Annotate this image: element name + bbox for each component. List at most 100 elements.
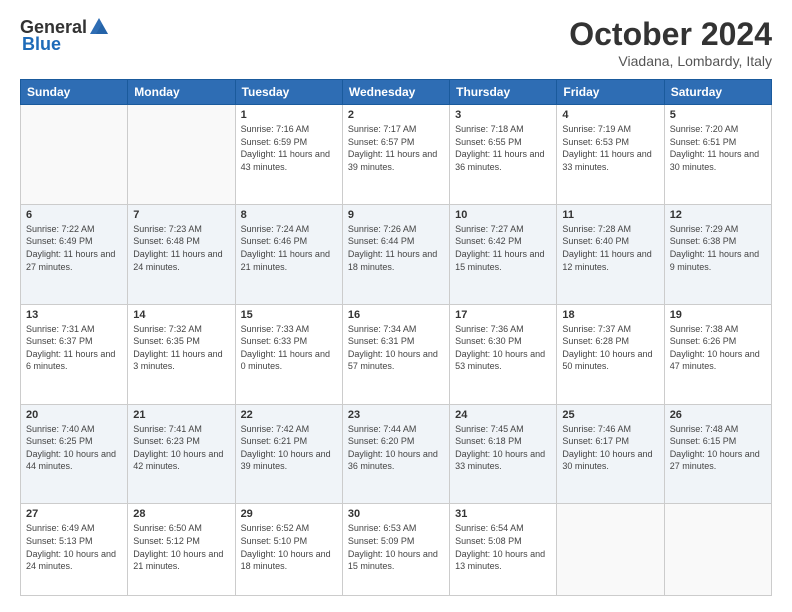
day-info: Sunrise: 7:38 AMSunset: 6:26 PMDaylight:…	[670, 323, 766, 373]
col-friday: Friday	[557, 80, 664, 105]
day-number: 8	[241, 209, 337, 221]
header: General Blue October 2024 Viadana, Lomba…	[20, 16, 772, 69]
day-info: Sunrise: 7:28 AMSunset: 6:40 PMDaylight:…	[562, 223, 658, 273]
calendar-header-row: Sunday Monday Tuesday Wednesday Thursday…	[21, 80, 772, 105]
calendar-day	[21, 105, 128, 205]
day-info: Sunrise: 6:54 AMSunset: 5:08 PMDaylight:…	[455, 522, 551, 572]
calendar-week-1: 1 Sunrise: 7:16 AMSunset: 6:59 PMDaylight…	[21, 105, 772, 205]
col-monday: Monday	[128, 80, 235, 105]
day-info: Sunrise: 7:24 AMSunset: 6:46 PMDaylight:…	[241, 223, 337, 273]
day-number: 25	[562, 409, 658, 421]
calendar-day	[664, 504, 771, 596]
day-number: 3	[455, 109, 551, 121]
day-info: Sunrise: 7:18 AMSunset: 6:55 PMDaylight:…	[455, 123, 551, 173]
day-info: Sunrise: 7:26 AMSunset: 6:44 PMDaylight:…	[348, 223, 444, 273]
calendar-week-2: 6 Sunrise: 7:22 AMSunset: 6:49 PMDaylight…	[21, 204, 772, 304]
col-thursday: Thursday	[450, 80, 557, 105]
day-info: Sunrise: 6:49 AMSunset: 5:13 PMDaylight:…	[26, 522, 122, 572]
day-number: 2	[348, 109, 444, 121]
calendar-day: 10Sunrise: 7:27 AMSunset: 6:42 PMDayligh…	[450, 204, 557, 304]
calendar-day: 15 Sunrise: 7:33 AMSunset: 6:33 PMDayligh…	[235, 304, 342, 404]
location-subtitle: Viadana, Lombardy, Italy	[569, 53, 772, 69]
day-info: Sunrise: 7:41 AMSunset: 6:23 PMDaylight:…	[133, 423, 229, 473]
day-info: Sunrise: 7:22 AMSunset: 6:49 PMDaylight:…	[26, 223, 122, 273]
month-title: October 2024	[569, 16, 772, 53]
day-number: 27	[26, 508, 122, 520]
day-number: 16	[348, 309, 444, 321]
day-info: Sunrise: 6:52 AMSunset: 5:10 PMDaylight:…	[241, 522, 337, 572]
calendar-day: 9 Sunrise: 7:26 AMSunset: 6:44 PMDaylight…	[342, 204, 449, 304]
calendar-day: 6 Sunrise: 7:22 AMSunset: 6:49 PMDaylight…	[21, 204, 128, 304]
day-number: 12	[670, 209, 766, 221]
col-sunday: Sunday	[21, 80, 128, 105]
day-info: Sunrise: 7:32 AMSunset: 6:35 PMDaylight:…	[133, 323, 229, 373]
day-number: 6	[26, 209, 122, 221]
calendar-week-4: 20 Sunrise: 7:40 AMSunset: 6:25 PMDayligh…	[21, 404, 772, 504]
calendar-day: 31 Sunrise: 6:54 AMSunset: 5:08 PMDayligh…	[450, 504, 557, 596]
calendar-day: 17Sunrise: 7:36 AMSunset: 6:30 PMDayligh…	[450, 304, 557, 404]
logo-blue: Blue	[22, 34, 61, 55]
day-number: 31	[455, 508, 551, 520]
col-saturday: Saturday	[664, 80, 771, 105]
day-info: Sunrise: 7:33 AMSunset: 6:33 PMDaylight:…	[241, 323, 337, 373]
day-number: 28	[133, 508, 229, 520]
col-wednesday: Wednesday	[342, 80, 449, 105]
calendar-day: 13Sunrise: 7:31 AMSunset: 6:37 PMDayligh…	[21, 304, 128, 404]
day-info: Sunrise: 7:44 AMSunset: 6:20 PMDaylight:…	[348, 423, 444, 473]
day-info: Sunrise: 7:31 AMSunset: 6:37 PMDaylight:…	[26, 323, 122, 373]
day-number: 20	[26, 409, 122, 421]
calendar-day: 7 Sunrise: 7:23 AMSunset: 6:48 PMDaylight…	[128, 204, 235, 304]
calendar-day: 4 Sunrise: 7:19 AMSunset: 6:53 PMDaylight…	[557, 105, 664, 205]
calendar-day: 12 Sunrise: 7:29 AMSunset: 6:38 PMDayligh…	[664, 204, 771, 304]
day-info: Sunrise: 7:34 AMSunset: 6:31 PMDaylight:…	[348, 323, 444, 373]
calendar-day: 26Sunrise: 7:48 AMSunset: 6:15 PMDayligh…	[664, 404, 771, 504]
day-number: 4	[562, 109, 658, 121]
page: General Blue October 2024 Viadana, Lomba…	[0, 0, 792, 612]
day-info: Sunrise: 7:37 AMSunset: 6:28 PMDaylight:…	[562, 323, 658, 373]
day-info: Sunrise: 7:17 AMSunset: 6:57 PMDaylight:…	[348, 123, 444, 173]
calendar-day: 19 Sunrise: 7:38 AMSunset: 6:26 PMDayligh…	[664, 304, 771, 404]
day-number: 15	[241, 309, 337, 321]
calendar-day: 3 Sunrise: 7:18 AMSunset: 6:55 PMDaylight…	[450, 105, 557, 205]
calendar-day: 30Sunrise: 6:53 AMSunset: 5:09 PMDayligh…	[342, 504, 449, 596]
day-info: Sunrise: 7:40 AMSunset: 6:25 PMDaylight:…	[26, 423, 122, 473]
calendar-day: 20 Sunrise: 7:40 AMSunset: 6:25 PMDayligh…	[21, 404, 128, 504]
day-info: Sunrise: 7:29 AMSunset: 6:38 PMDaylight:…	[670, 223, 766, 273]
day-info: Sunrise: 7:45 AMSunset: 6:18 PMDaylight:…	[455, 423, 551, 473]
day-number: 29	[241, 508, 337, 520]
calendar-day: 23 Sunrise: 7:44 AMSunset: 6:20 PMDayligh…	[342, 404, 449, 504]
day-number: 11	[562, 209, 658, 221]
calendar-day: 14 Sunrise: 7:32 AMSunset: 6:35 PMDayligh…	[128, 304, 235, 404]
day-number: 23	[348, 409, 444, 421]
day-number: 7	[133, 209, 229, 221]
day-info: Sunrise: 7:20 AMSunset: 6:51 PMDaylight:…	[670, 123, 766, 173]
day-info: Sunrise: 7:48 AMSunset: 6:15 PMDaylight:…	[670, 423, 766, 473]
calendar-day: 29 Sunrise: 6:52 AMSunset: 5:10 PMDayligh…	[235, 504, 342, 596]
calendar-day: 11 Sunrise: 7:28 AMSunset: 6:40 PMDayligh…	[557, 204, 664, 304]
col-tuesday: Tuesday	[235, 80, 342, 105]
calendar-day: 2 Sunrise: 7:17 AMSunset: 6:57 PMDaylight…	[342, 105, 449, 205]
calendar-day: 21 Sunrise: 7:41 AMSunset: 6:23 PMDayligh…	[128, 404, 235, 504]
calendar-day	[557, 504, 664, 596]
day-info: Sunrise: 7:23 AMSunset: 6:48 PMDaylight:…	[133, 223, 229, 273]
calendar-day: 5 Sunrise: 7:20 AMSunset: 6:51 PMDaylight…	[664, 105, 771, 205]
day-number: 9	[348, 209, 444, 221]
day-number: 19	[670, 309, 766, 321]
day-number: 5	[670, 109, 766, 121]
calendar-week-3: 13Sunrise: 7:31 AMSunset: 6:37 PMDayligh…	[21, 304, 772, 404]
day-number: 10	[455, 209, 551, 221]
calendar-day: 18Sunrise: 7:37 AMSunset: 6:28 PMDayligh…	[557, 304, 664, 404]
day-number: 22	[241, 409, 337, 421]
day-number: 21	[133, 409, 229, 421]
calendar-day: 22Sunrise: 7:42 AMSunset: 6:21 PMDayligh…	[235, 404, 342, 504]
day-info: Sunrise: 7:19 AMSunset: 6:53 PMDaylight:…	[562, 123, 658, 173]
day-info: Sunrise: 7:16 AMSunset: 6:59 PMDaylight:…	[241, 123, 337, 173]
day-info: Sunrise: 7:36 AMSunset: 6:30 PMDaylight:…	[455, 323, 551, 373]
title-section: October 2024 Viadana, Lombardy, Italy	[569, 16, 772, 69]
calendar-day: 25Sunrise: 7:46 AMSunset: 6:17 PMDayligh…	[557, 404, 664, 504]
day-info: Sunrise: 6:53 AMSunset: 5:09 PMDaylight:…	[348, 522, 444, 572]
logo: General Blue	[20, 16, 111, 55]
day-number: 1	[241, 109, 337, 121]
calendar-day: 1 Sunrise: 7:16 AMSunset: 6:59 PMDaylight…	[235, 105, 342, 205]
day-number: 14	[133, 309, 229, 321]
